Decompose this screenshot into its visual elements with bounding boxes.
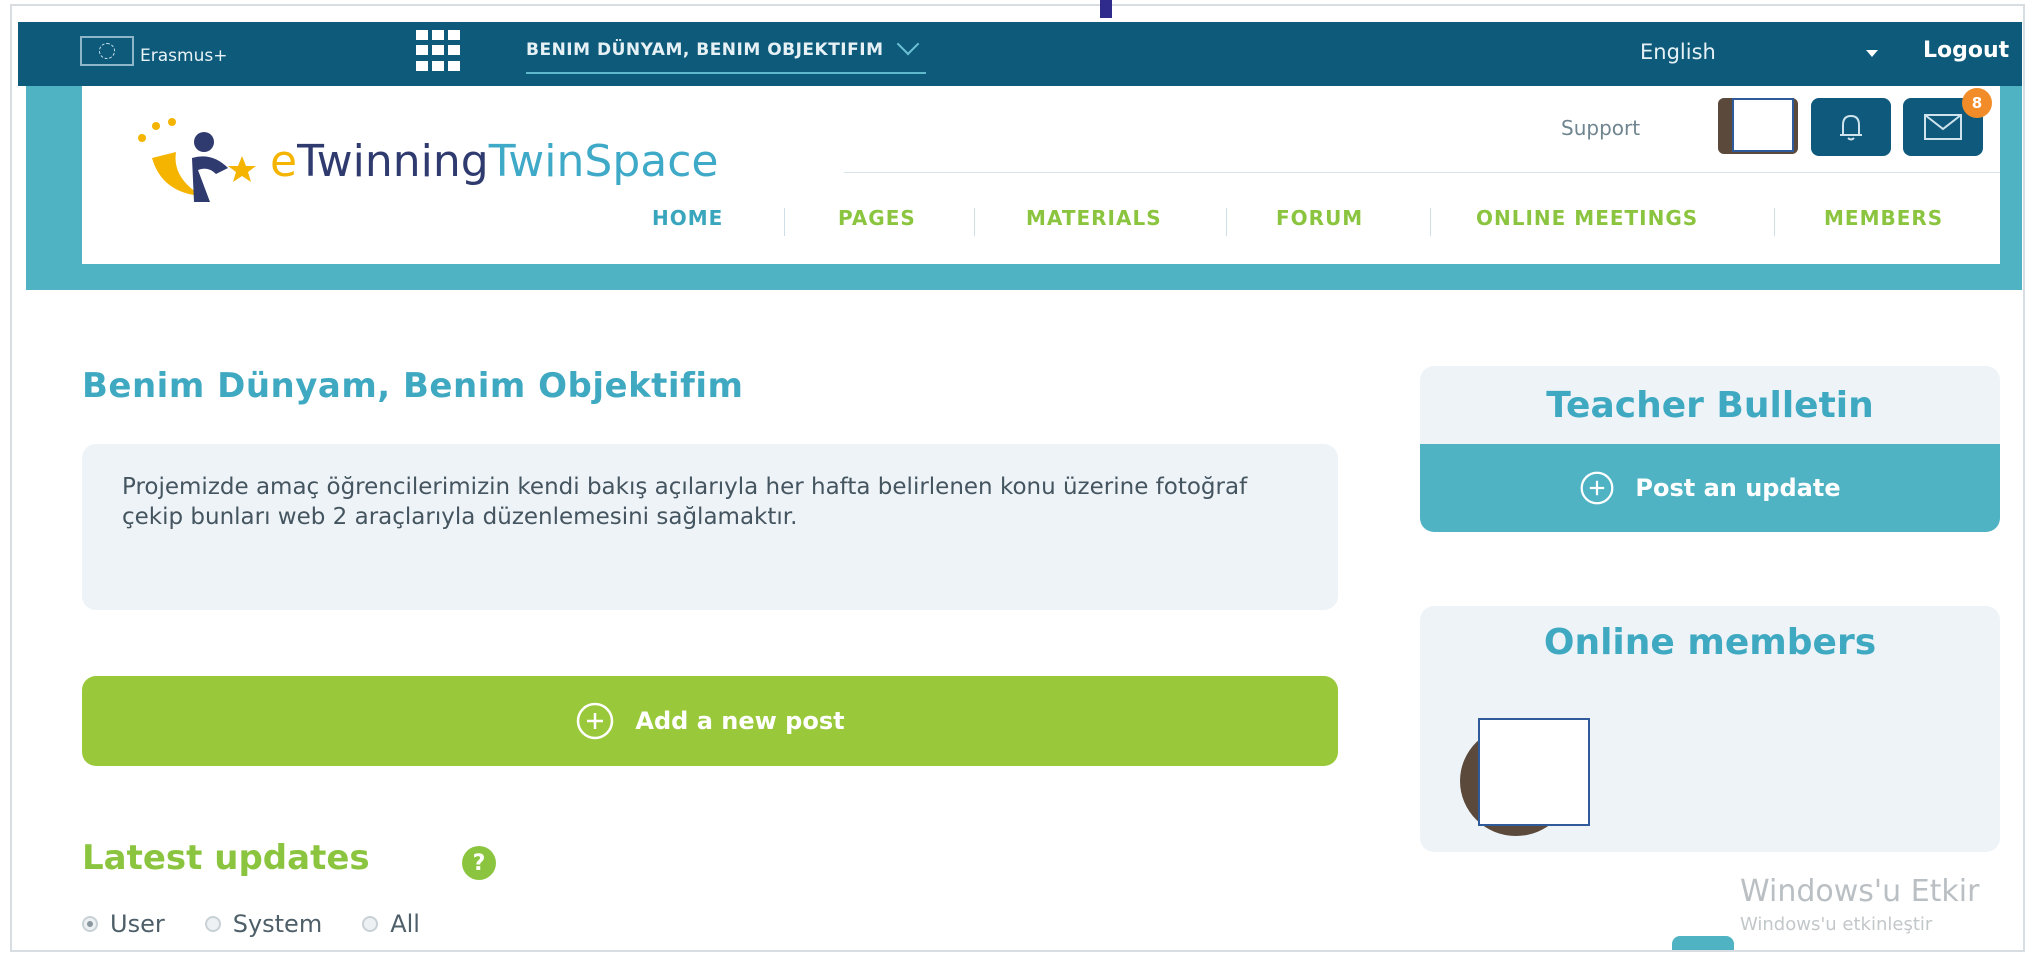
nav-pages[interactable]: PAGES bbox=[838, 206, 916, 230]
plus-circle-icon bbox=[577, 702, 614, 740]
windows-activation-subtext: Windows'u etkinleştir bbox=[1740, 914, 1933, 935]
eu-flag-icon bbox=[80, 36, 134, 66]
envelope-icon bbox=[1924, 114, 1962, 140]
nav-home[interactable]: HOME bbox=[652, 206, 723, 230]
project-name: BENIM DÜNYAM, BENIM OBJEKTIFIM bbox=[526, 40, 884, 60]
online-members-panel: Online members bbox=[1420, 606, 2000, 852]
main-nav: HOME PAGES MATERIALS FORUM ONLINE MEETIN… bbox=[652, 206, 2002, 236]
teacher-bulletin-panel: Teacher Bulletin Post an update bbox=[1420, 366, 2000, 532]
support-link[interactable]: Support bbox=[1561, 116, 1640, 140]
nav-forum[interactable]: FORUM bbox=[1276, 206, 1363, 230]
help-icon[interactable]: ? bbox=[462, 846, 496, 880]
radio-user[interactable] bbox=[82, 916, 98, 932]
chevron-down-icon bbox=[896, 32, 919, 56]
member-avatar[interactable] bbox=[1460, 718, 1590, 836]
logout-link[interactable]: Logout bbox=[1923, 38, 2009, 63]
page-title: Benim Dünyam, Benim Objektifim bbox=[82, 366, 744, 406]
update-filters: User System All bbox=[82, 910, 420, 938]
add-post-label: Add a new post bbox=[635, 707, 845, 735]
project-selector[interactable]: BENIM DÜNYAM, BENIM OBJEKTIFIM bbox=[526, 32, 926, 74]
erasmus-label: Erasmus+ bbox=[140, 46, 228, 66]
nav-divider bbox=[974, 208, 975, 236]
filter-all[interactable]: All bbox=[362, 910, 420, 938]
user-avatar[interactable] bbox=[1718, 98, 1798, 154]
add-new-post-button[interactable]: Add a new post bbox=[82, 676, 1338, 766]
bulletin-title: Teacher Bulletin bbox=[1546, 384, 1874, 426]
top-bar: Erasmus+ BENIM DÜNYAM, BENIM OBJEKTIFIM … bbox=[18, 22, 2022, 86]
notifications-button[interactable] bbox=[1811, 98, 1891, 156]
post-update-button[interactable]: Post an update bbox=[1420, 444, 2000, 532]
nav-online-meetings[interactable]: ONLINE MEETINGS bbox=[1476, 206, 1698, 230]
radio-system[interactable] bbox=[204, 916, 221, 932]
filter-system[interactable]: System bbox=[204, 910, 322, 938]
project-description: Projemizde amaç öğrencilerimizin kendi b… bbox=[82, 444, 1338, 610]
nav-divider bbox=[1774, 208, 1775, 236]
caret-down-icon[interactable] bbox=[1866, 50, 1878, 57]
nav-divider bbox=[784, 208, 785, 236]
nav-members[interactable]: MEMBERS bbox=[1824, 206, 1943, 230]
nav-divider bbox=[1430, 208, 1431, 236]
radio-all[interactable] bbox=[362, 916, 379, 932]
nav-divider bbox=[1226, 208, 1227, 236]
header-divider bbox=[844, 172, 2000, 173]
post-update-label: Post an update bbox=[1635, 474, 1841, 502]
windows-activation-watermark: Windows'u Etkir bbox=[1740, 874, 1980, 909]
nav-materials[interactable]: MATERIALS bbox=[1026, 206, 1162, 230]
description-text: Projemizde amaç öğrencilerimizin kendi b… bbox=[122, 474, 1248, 530]
latest-updates-heading: Latest updates bbox=[82, 838, 370, 878]
logo-wordmark: eTwinningTwinSpace bbox=[270, 136, 719, 187]
message-count-badge: 8 bbox=[1962, 88, 1992, 118]
scroll-top-button[interactable] bbox=[1672, 936, 1734, 950]
bell-icon bbox=[1840, 114, 1862, 141]
language-selector[interactable]: English bbox=[1640, 40, 1716, 64]
top-marker bbox=[1100, 0, 1112, 18]
apps-grid-icon[interactable] bbox=[416, 30, 466, 72]
plus-circle-icon bbox=[1580, 471, 1614, 505]
online-members-title: Online members bbox=[1543, 622, 1877, 663]
filter-user[interactable]: User bbox=[82, 910, 165, 938]
